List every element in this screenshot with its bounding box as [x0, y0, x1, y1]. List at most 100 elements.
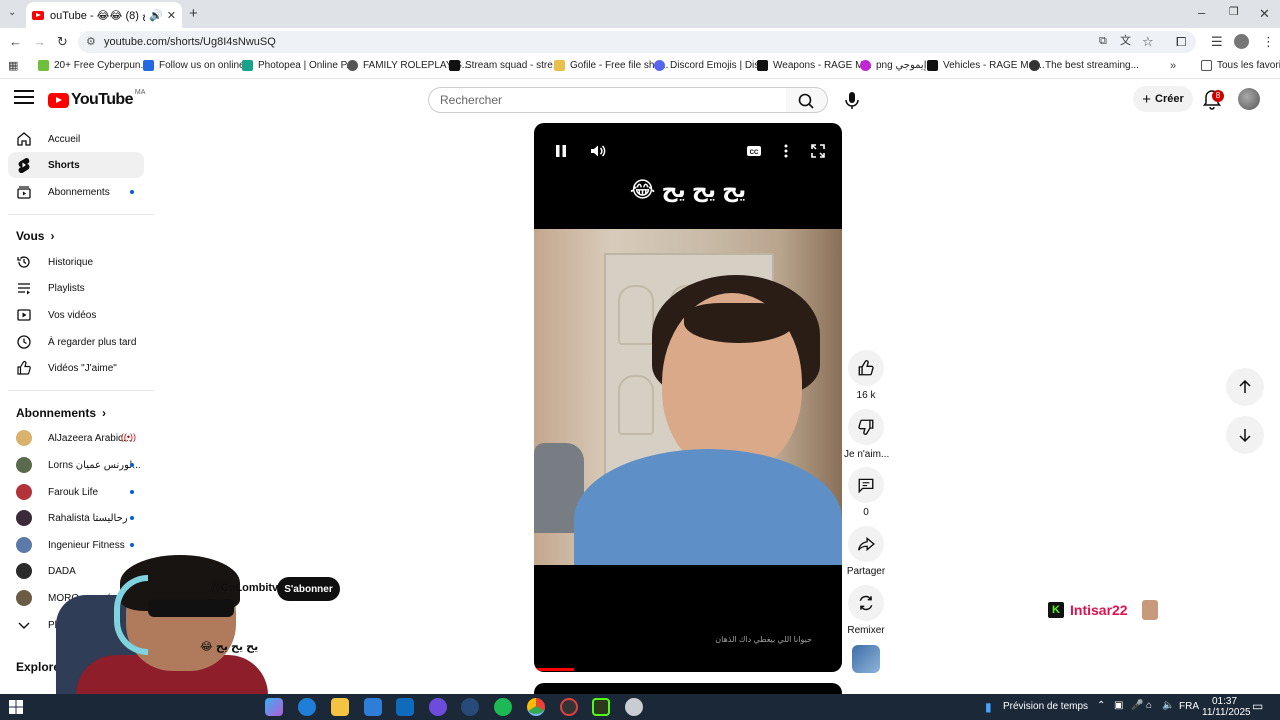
restore-icon[interactable]: ❐: [1229, 7, 1239, 18]
pause-icon[interactable]: [552, 142, 570, 160]
fullscreen-icon[interactable]: [809, 142, 827, 160]
show-hidden-icons-icon[interactable]: ⌃: [1097, 700, 1105, 711]
back-icon[interactable]: ←: [9, 35, 22, 48]
weather-text[interactable]: Prévision de temps: [1003, 701, 1088, 712]
dislike-action[interactable]: Je n'aim...: [844, 409, 889, 460]
more-options-icon[interactable]: [777, 142, 795, 160]
bookmark-item[interactable]: Gofile - Free file sha...: [554, 60, 668, 71]
apps-grid-icon[interactable]: ▦: [8, 61, 18, 72]
search-button[interactable]: [786, 87, 828, 113]
next-short-button[interactable]: [1226, 416, 1264, 454]
clock-time[interactable]: 01:37: [1212, 696, 1237, 707]
chrome-icon[interactable]: [527, 698, 545, 716]
hamburger-menu-icon[interactable]: [14, 90, 34, 106]
app-icon[interactable]: [429, 698, 447, 716]
like-button[interactable]: [848, 350, 884, 386]
sidebar-item-playlists[interactable]: Playlists: [8, 275, 144, 301]
all-bookmarks-folder[interactable]: Tous les favoris: [1201, 60, 1280, 71]
close-window-icon[interactable]: ✕: [1259, 7, 1270, 20]
subscribe-button[interactable]: S'abonner: [277, 577, 340, 601]
comments-button[interactable]: [848, 467, 884, 503]
volume-tray-icon[interactable]: 🔈: [1162, 700, 1174, 711]
browser-tab-active[interactable]: ouTube - 😂😂 يح يح يح (8) 🔊 ✕: [26, 2, 182, 28]
sidebar-item-home[interactable]: Accueil: [8, 126, 144, 152]
forward-icon[interactable]: →: [33, 35, 46, 48]
obs-icon[interactable]: [560, 698, 578, 716]
bookmark-item[interactable]: png إيموجي: [860, 60, 927, 71]
store-icon[interactable]: [364, 698, 382, 716]
bookmark-item[interactable]: Stream squad - stre...: [449, 60, 561, 71]
bookmark-item[interactable]: The best streaming...: [1029, 60, 1139, 71]
extensions-icon[interactable]: ⧠: [1176, 35, 1186, 48]
sidebar-channel-rahalista[interactable]: Rahalista رحاليستا: [8, 505, 144, 531]
sidebar-item-liked-videos[interactable]: Vidéos "J'aime": [8, 355, 144, 381]
tab-list-icon[interactable]: ⌄: [8, 8, 16, 18]
remix-button[interactable]: [848, 585, 884, 621]
bookmark-item[interactable]: Weapons - RAGE M...: [757, 60, 872, 71]
reading-list-icon[interactable]: ☰: [1211, 35, 1223, 48]
bookmark-item[interactable]: Discord Emojis | Dis...: [654, 60, 768, 71]
sidebar-item-watch-later[interactable]: À regarder plus tard: [8, 329, 144, 355]
bookmark-item[interactable]: Follow us on online...: [143, 60, 253, 71]
shorts-video-player[interactable]: CC يح يح يح 😂 حيوانا اللي بيغطي داك الذه…: [534, 123, 842, 672]
reload-icon[interactable]: ↻: [57, 35, 68, 48]
close-tab-icon[interactable]: ✕: [167, 9, 176, 22]
captions-icon[interactable]: CC: [745, 142, 763, 160]
sidebar-subscriptions-heading[interactable]: Abonnements ›: [16, 406, 106, 420]
new-tab-icon[interactable]: +: [189, 6, 198, 21]
copilot-icon[interactable]: [265, 698, 283, 716]
voice-search-button[interactable]: [838, 86, 866, 114]
sidebar-channel-farouk[interactable]: Farouk Life: [8, 479, 144, 505]
bookmark-star-icon[interactable]: ☆: [1142, 35, 1154, 48]
sidebar-item-your-videos[interactable]: Vos vidéos: [8, 302, 144, 328]
comments-action[interactable]: 0: [844, 467, 888, 518]
sidebar-channel-lorns[interactable]: Lorns لورنس عميان...: [8, 452, 144, 478]
app-icon[interactable]: [625, 698, 643, 716]
edge-icon[interactable]: [298, 698, 316, 716]
site-info-icon[interactable]: ⚙: [86, 35, 96, 48]
notification-center-icon[interactable]: ▭: [1252, 699, 1263, 713]
remix-action[interactable]: Remixer: [844, 585, 888, 636]
url-text[interactable]: youtube.com/shorts/Ug8I4sNwuSQ: [104, 36, 276, 48]
sidebar-item-shorts[interactable]: Shorts: [8, 152, 144, 178]
search-input[interactable]: Rechercher: [428, 87, 787, 113]
volume-icon[interactable]: [589, 142, 607, 160]
clock-date[interactable]: 11/11/2025: [1202, 707, 1251, 718]
share-button[interactable]: [848, 526, 884, 562]
sidebar-item-history[interactable]: Historique: [8, 249, 144, 275]
language-indicator[interactable]: FRA: [1179, 701, 1199, 712]
windows-start-icon[interactable]: [9, 700, 23, 714]
minimize-icon[interactable]: –: [1198, 6, 1205, 19]
microphone-tray-icon[interactable]: 🎤: [1131, 700, 1143, 711]
youtube-logo[interactable]: YouTube MA: [48, 89, 145, 109]
steam-icon[interactable]: [461, 698, 479, 716]
previous-short-button[interactable]: [1226, 368, 1264, 406]
sound-thumbnail[interactable]: [852, 645, 880, 673]
profile-avatar[interactable]: [1234, 34, 1249, 49]
translate-icon[interactable]: 文: [1120, 36, 1131, 47]
share-action[interactable]: Partager: [844, 526, 888, 577]
dislike-button[interactable]: [848, 409, 884, 445]
create-button[interactable]: + Créer: [1133, 86, 1193, 112]
short-channel-name[interactable]: @CoLombitv: [210, 582, 278, 594]
video-progress-bar[interactable]: [534, 668, 574, 671]
sidebar-you-heading[interactable]: Vous ›: [16, 229, 54, 243]
spotify-icon[interactable]: [494, 698, 512, 716]
bookmark-item[interactable]: Photopea | Online P...: [242, 60, 354, 71]
mail-icon[interactable]: [396, 698, 414, 716]
account-avatar[interactable]: [1238, 88, 1260, 110]
file-explorer-icon[interactable]: [331, 698, 349, 716]
bookmark-item[interactable]: Vehicles - RAGE Mul...: [927, 60, 1045, 71]
like-action[interactable]: 16 k: [844, 350, 888, 401]
bookmark-item[interactable]: 20+ Free Cyberpun...: [38, 60, 149, 71]
kick-icon[interactable]: [592, 698, 610, 716]
browser-menu-icon[interactable]: ⋮: [1262, 35, 1275, 48]
network-icon[interactable]: ⌂: [1146, 700, 1152, 711]
more-bookmarks-icon[interactable]: »: [1170, 61, 1176, 72]
install-app-icon[interactable]: ⧉: [1099, 36, 1107, 47]
tray-device-icon[interactable]: ▣: [1114, 700, 1123, 711]
sidebar-item-subscriptions[interactable]: Abonnements: [8, 179, 144, 205]
omnibox[interactable]: ⚙ youtube.com/shorts/Ug8I4sNwuSQ: [78, 31, 1196, 53]
speaker-icon[interactable]: 🔊: [149, 9, 163, 22]
sidebar-channel-aljazeera[interactable]: AlJazeera Arabic... ((•)): [8, 425, 144, 451]
